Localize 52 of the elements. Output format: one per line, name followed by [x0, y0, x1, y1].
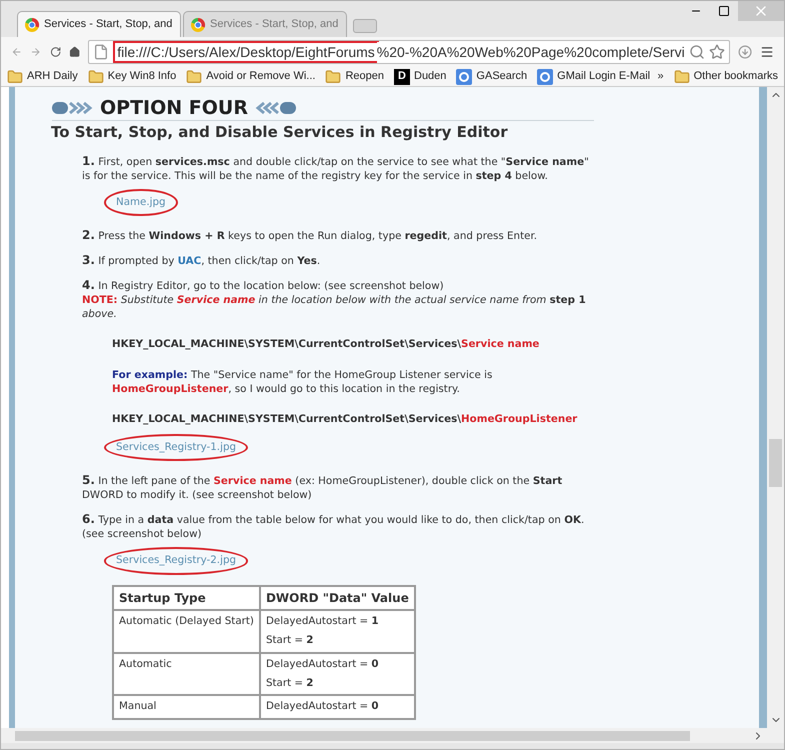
horizontal-scrollbar[interactable] [1, 728, 784, 743]
zoom-icon[interactable] [688, 44, 705, 60]
section-heading: OPTION FOUR [100, 97, 248, 119]
folder-icon [674, 68, 690, 84]
maximize-icon [718, 5, 730, 17]
table-cell-text: DelayedAutostart = 0 [266, 656, 380, 672]
folder-icon [88, 68, 104, 84]
example-paragraph: For example: The "Service name" for the HomeGroup Listener service is HomeGroupListener, so I would go to this location in the registry. [111, 368, 494, 396]
step-paragraph: 2. Press the Windows + R keys to open the Run dialog, type regedit, and press Enter. [82, 228, 538, 243]
table-cell: Automatic [113, 652, 260, 696]
registry-path: HKEY_LOCAL_MACHINE\SYSTEM\CurrentControlSet\Services\HomeGroupListener [112, 412, 578, 428]
bookmark-item[interactable]: Avoid or Remove Wi... [186, 68, 316, 85]
step-paragraph: 6. Type in a data value from the table below for what you would like to do, then click/tap on OK. (see screenshot below) [82, 512, 586, 542]
bookmark-item[interactable]: ARH Daily [7, 68, 78, 85]
bookmark-item[interactable]: Key Win8 Info [88, 68, 176, 85]
step-paragraph: 4. In Registry Editor, go to the location below: (see screenshot below) [82, 278, 445, 293]
chevron-ornament-icon [254, 101, 296, 115]
table-cell-text: DelayedAutostart = 0 [266, 699, 380, 714]
folder-icon [325, 68, 342, 84]
folder-icon [186, 68, 202, 84]
scrollbar-thumb[interactable] [15, 730, 690, 740]
folder-icon [7, 68, 23, 84]
vertical-scrollbar[interactable] [767, 87, 784, 728]
table-cell: Automatic (Delayed Start) [113, 610, 260, 653]
browser-tab[interactable]: Services - Start, Stop, and [17, 11, 181, 37]
table-cell: Manual [113, 695, 260, 719]
site-icon: D [394, 68, 410, 84]
more-bookmarks-button[interactable]: » [658, 68, 664, 85]
table-cell-text: DelayedAutostart = 1 [266, 614, 380, 629]
note-paragraph: NOTE: Substitute Service name in the location below with the actual service name from step 1 above. [82, 292, 587, 321]
bookmark-item[interactable]: GMail Login E-Mail [537, 68, 650, 85]
page-icon [93, 44, 110, 60]
bookmark-star-icon[interactable] [708, 44, 725, 60]
registry-path: HKEY_LOCAL_MACHINE\SYSTEM\CurrentControlSet\Services\Service name [112, 336, 540, 352]
bookmark-item[interactable]: Reopen [325, 68, 384, 85]
table-cell-text: Start = 2 [266, 676, 314, 691]
step-paragraph: 3. If prompted by UAC, then click/tap on Yes. [82, 252, 322, 268]
browser-logo-icon [24, 16, 40, 32]
other-bookmarks-item[interactable]: Other bookmarks [674, 68, 778, 85]
address-field[interactable]: file:///C:/Users/Alex/Desktop/EightForums%20-%20A%20Web%20Page%20complete/Servi [88, 40, 730, 64]
table-cell-text: Start = 2 [266, 633, 314, 648]
new-tab-button[interactable] [353, 19, 377, 33]
step-paragraph: 1. First, open services.msc and double click/tap on the service to see what the "Service name" is for the service. This will be the name of the registry key for the service in step 4 below. [82, 154, 590, 182]
step-paragraph: 5. In the left pane of the Service name (ex: HomeGroupListener), double click on the Start DWORD to modify it. (see screenshot below) [82, 473, 564, 502]
scrollbar-thumb[interactable] [769, 439, 782, 487]
column-header: Startup Type [113, 586, 260, 610]
column-header: DWORD "Data" Value [260, 586, 415, 610]
section-subheading: To Start, Stop, and Disable Services in Registry Editor [51, 122, 509, 143]
browser-logo-icon [190, 16, 206, 32]
chevron-ornament-icon [52, 101, 94, 115]
bookmark-item[interactable]: D Duden [394, 68, 446, 85]
bookmark-item[interactable]: GASearch [456, 68, 528, 85]
